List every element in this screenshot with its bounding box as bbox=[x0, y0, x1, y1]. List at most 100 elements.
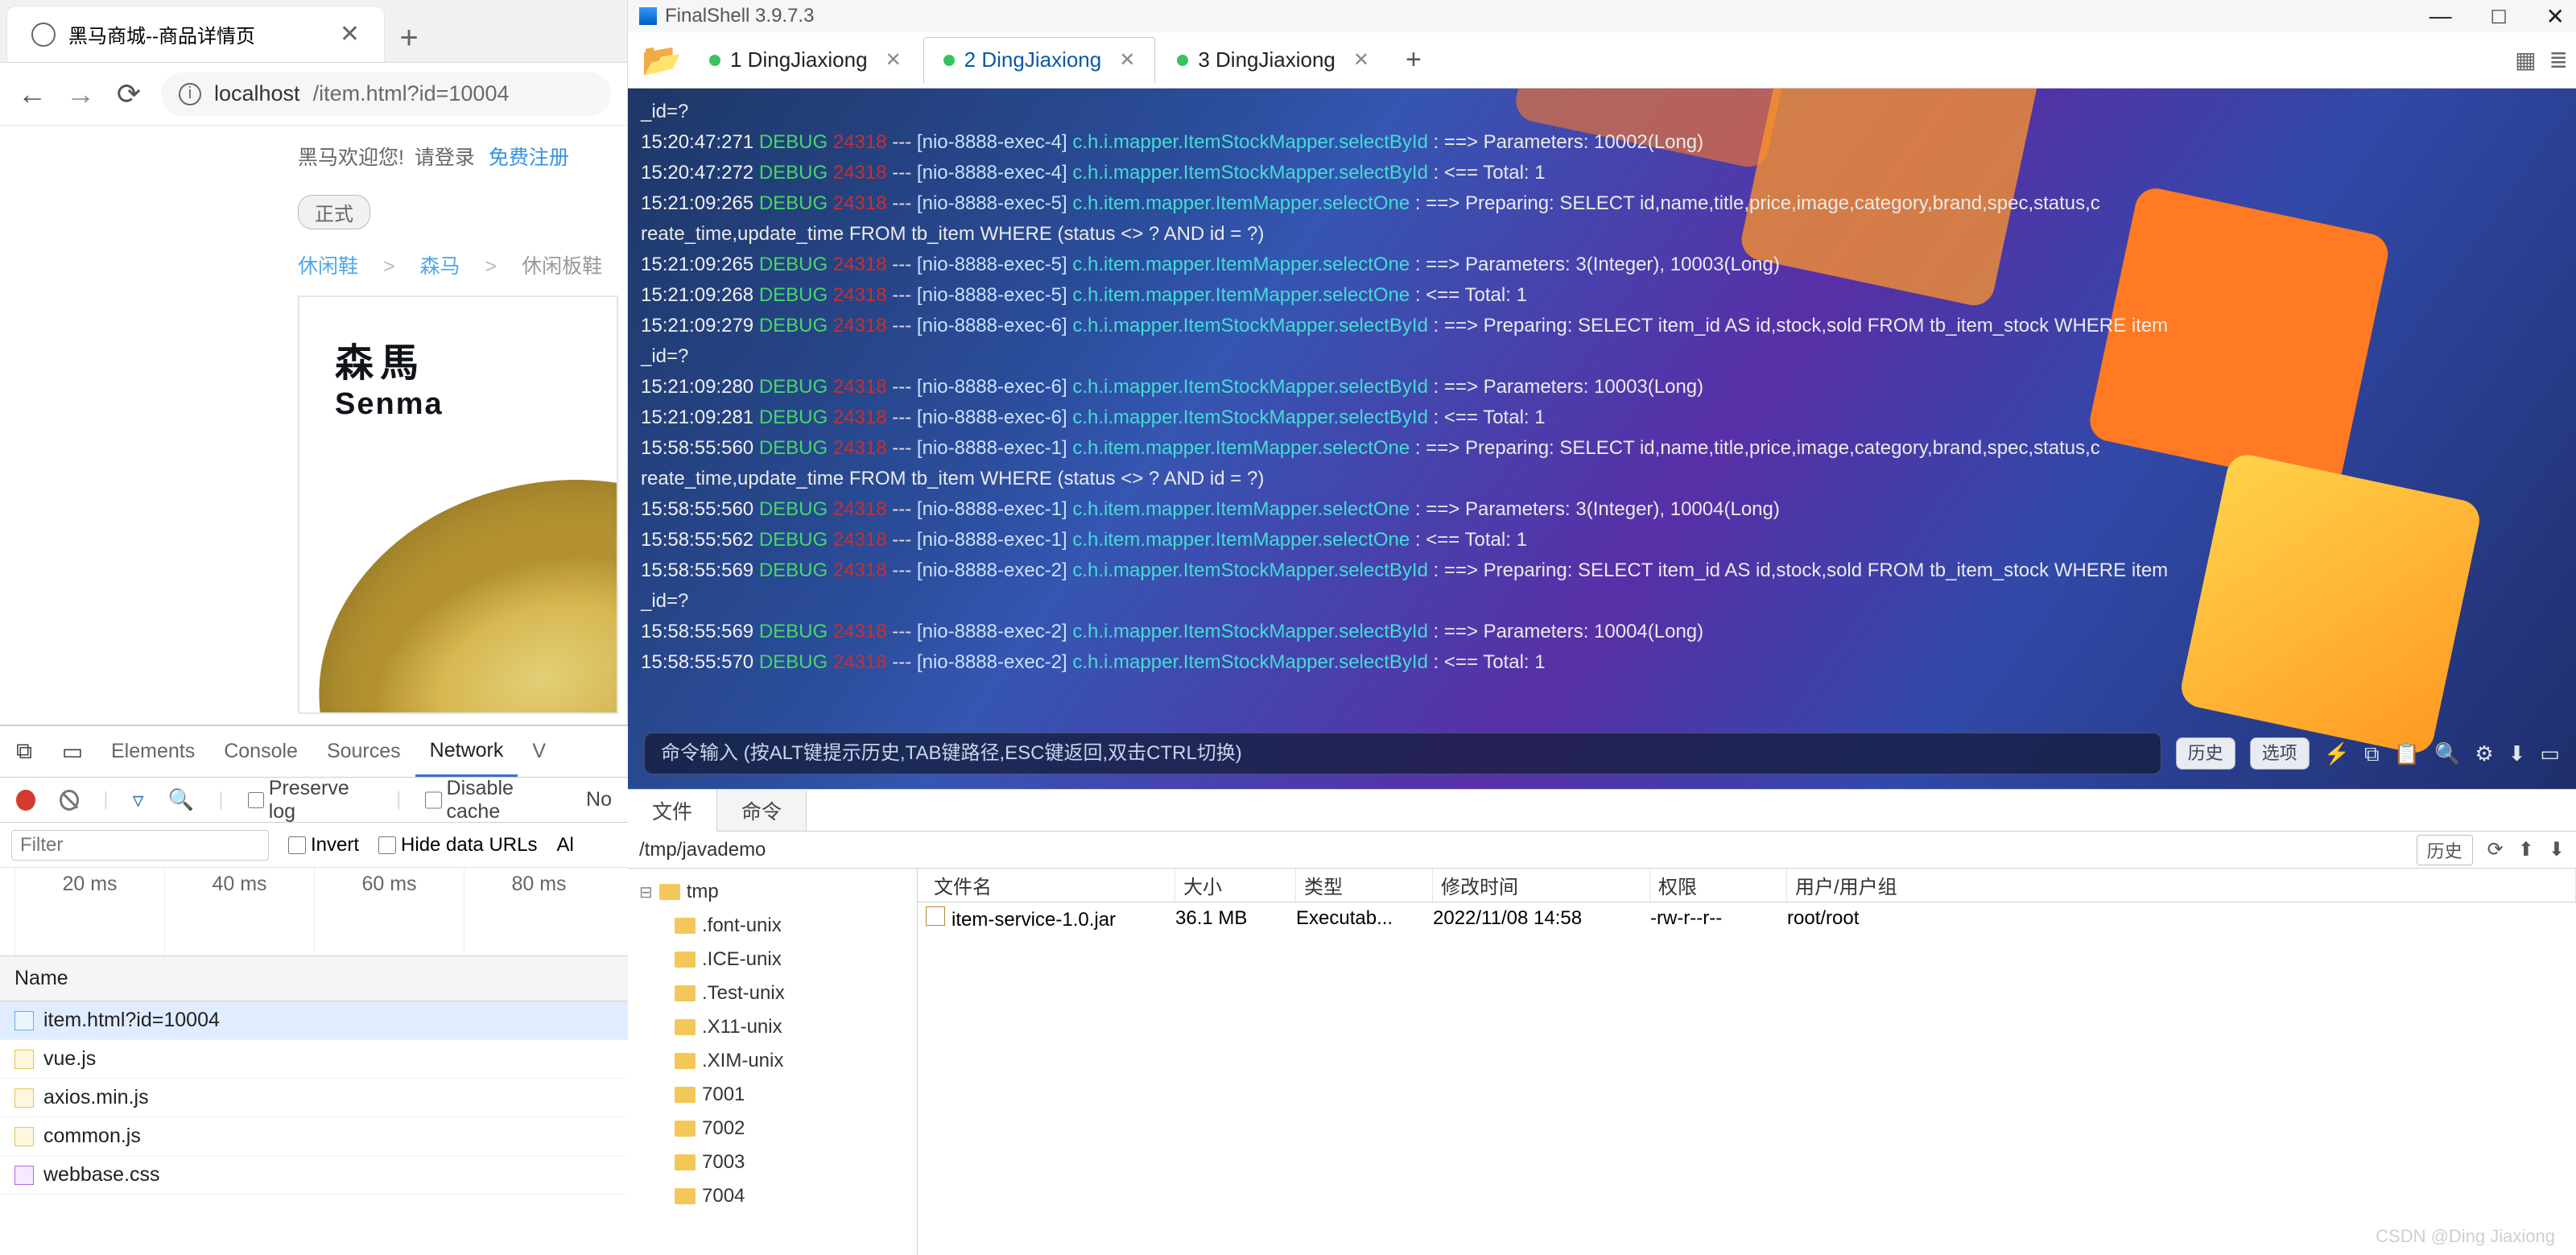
tree-item[interactable]: 7002 bbox=[636, 1112, 909, 1146]
device-toggle-icon[interactable]: ▭ bbox=[48, 738, 97, 765]
devtools-tab-elements[interactable]: Elements bbox=[97, 726, 209, 777]
network-row[interactable]: common.js bbox=[0, 1117, 628, 1156]
tree-item[interactable]: .font-unix bbox=[636, 909, 909, 943]
network-name-header[interactable]: Name bbox=[0, 956, 628, 1001]
tree-item[interactable]: .Test-unix bbox=[636, 976, 909, 1010]
forward-button[interactable]: → bbox=[64, 77, 97, 111]
tab-file[interactable]: 文件 bbox=[628, 790, 717, 832]
session-tab-3[interactable]: 3 DingJiaxiong✕ bbox=[1157, 37, 1389, 84]
shoe-image bbox=[298, 425, 618, 714]
close-icon[interactable]: ✕ bbox=[340, 20, 360, 48]
history-button[interactable]: 历史 bbox=[2176, 737, 2235, 770]
tree-item[interactable]: .ICE-unix bbox=[636, 943, 909, 976]
file-name: vue.js bbox=[43, 1047, 96, 1071]
tree-item[interactable]: 7003 bbox=[636, 1146, 909, 1179]
col-size[interactable]: 大小 bbox=[1175, 869, 1296, 902]
hide-data-urls-checkbox[interactable]: Hide data URLs bbox=[378, 834, 537, 857]
throttle-select[interactable]: No bbox=[586, 788, 612, 811]
tree-item[interactable]: 7004 bbox=[636, 1179, 909, 1213]
file-type-icon bbox=[14, 1127, 34, 1146]
session-tab-2[interactable]: 2 DingJiaxiong✕ bbox=[923, 37, 1156, 84]
network-row[interactable]: axios.min.js bbox=[0, 1079, 628, 1117]
grid-view-icon[interactable]: ▦ bbox=[2515, 47, 2536, 73]
address-bar[interactable]: i localhost/item.html?id=10004 bbox=[161, 72, 611, 116]
record-button[interactable] bbox=[16, 790, 35, 811]
screen-icon[interactable]: ▭ bbox=[2540, 738, 2560, 769]
col-owner[interactable]: 用户/用户组 bbox=[1787, 869, 2576, 902]
tree-item[interactable]: ⊟ tmp bbox=[636, 875, 909, 909]
network-row[interactable]: item.html?id=10004 bbox=[0, 1001, 628, 1040]
network-row[interactable]: webbase.css bbox=[0, 1156, 628, 1195]
folder-icon bbox=[675, 1087, 696, 1103]
devtools-filterbar: Invert Hide data URLs Al bbox=[0, 823, 628, 868]
reload-button[interactable]: ⟳ bbox=[113, 77, 145, 111]
split-view-icon[interactable]: ≣ bbox=[2549, 47, 2568, 73]
watermark: CSDN @Ding Jiaxiong bbox=[2376, 1226, 2555, 1247]
tab-command[interactable]: 命令 bbox=[717, 790, 807, 831]
chrome-tabstrip: 黑马商城--商品详情页 ✕ + bbox=[0, 0, 627, 63]
product-image: 森馬 Senma bbox=[298, 295, 618, 714]
new-session-button[interactable]: + bbox=[1391, 44, 1436, 76]
close-icon[interactable]: ✕ bbox=[1353, 48, 1369, 72]
refresh-icon[interactable]: ⟳ bbox=[2487, 838, 2504, 861]
options-button[interactable]: 选项 bbox=[2250, 737, 2310, 770]
filter-icon[interactable]: ▿ bbox=[133, 786, 144, 813]
disable-cache-checkbox[interactable]: Disable cache bbox=[425, 777, 562, 824]
login-link[interactable]: 请登录 bbox=[415, 147, 475, 169]
download-icon[interactable]: ⬇ bbox=[2549, 838, 2565, 861]
download-icon[interactable]: ⬇ bbox=[2508, 738, 2526, 769]
site-info-icon[interactable]: i bbox=[179, 83, 201, 105]
file-type-icon bbox=[14, 1166, 34, 1185]
command-input[interactable]: 命令输入 (按ALT键提示历史,TAB键路径,ESC键返回,双击CTRL切换) bbox=[644, 733, 2161, 774]
filter-all[interactable]: Al bbox=[556, 834, 573, 857]
close-icon[interactable]: ✕ bbox=[886, 48, 902, 72]
invert-checkbox[interactable]: Invert bbox=[288, 834, 359, 857]
folder-tree[interactable]: ⊟ tmp.font-unix.ICE-unix.Test-unix.X11-u… bbox=[628, 869, 918, 1255]
col-mtime[interactable]: 修改时间 bbox=[1433, 869, 1650, 902]
window-maximize-button[interactable]: □ bbox=[2492, 3, 2506, 30]
crumb-brand[interactable]: 森马 bbox=[420, 255, 460, 278]
filter-input[interactable] bbox=[11, 830, 269, 861]
welcome-text: 黑马欢迎您! bbox=[298, 147, 404, 169]
chrome-tab[interactable]: 黑马商城--商品详情页 ✕ bbox=[6, 6, 385, 62]
search-icon[interactable]: 🔍 bbox=[168, 787, 194, 812]
col-type[interactable]: 类型 bbox=[1296, 869, 1433, 902]
current-path[interactable]: /tmp/javademo bbox=[639, 839, 766, 861]
brand-en: Senma bbox=[335, 387, 617, 422]
col-perm[interactable]: 权限 bbox=[1650, 869, 1787, 902]
upload-icon[interactable]: ⬆ bbox=[2518, 838, 2534, 861]
crumb-sep: > bbox=[485, 255, 497, 278]
inspect-icon[interactable]: ⧉ bbox=[0, 738, 48, 765]
clear-button[interactable] bbox=[60, 790, 79, 811]
devtools-tab-sources[interactable]: Sources bbox=[312, 726, 415, 777]
open-folder-icon[interactable]: 📂 bbox=[636, 41, 687, 79]
paste-icon[interactable]: 📋 bbox=[2394, 738, 2420, 769]
devtools-tab-console[interactable]: Console bbox=[209, 726, 312, 777]
window-close-button[interactable]: ✕ bbox=[2546, 3, 2565, 30]
back-button[interactable]: ← bbox=[16, 77, 48, 111]
copy-icon[interactable]: ⧉ bbox=[2364, 738, 2380, 769]
search-icon[interactable]: 🔍 bbox=[2434, 738, 2460, 769]
tree-item[interactable]: .X11-unix bbox=[636, 1010, 909, 1044]
bolt-icon[interactable]: ⚡ bbox=[2324, 738, 2350, 769]
preserve-log-checkbox[interactable]: Preserve log bbox=[248, 777, 372, 824]
folder-icon bbox=[659, 884, 680, 900]
window-minimize-button[interactable]: — bbox=[2429, 3, 2452, 30]
devtools-tab-more[interactable]: V bbox=[518, 726, 560, 777]
session-tab-1[interactable]: 1 DingJiaxiong✕ bbox=[689, 37, 922, 84]
close-icon[interactable]: ✕ bbox=[1119, 48, 1135, 72]
path-history-button[interactable]: 历史 bbox=[2417, 835, 2473, 865]
crumb-category[interactable]: 休闲鞋 bbox=[298, 255, 358, 278]
col-name[interactable]: 文件名 bbox=[926, 869, 1175, 902]
file-row[interactable]: item-service-1.0.jar 36.1 MB Executab...… bbox=[918, 902, 2576, 935]
devtools-tab-network[interactable]: Network bbox=[415, 726, 518, 777]
file-type-icon bbox=[14, 1011, 34, 1030]
new-tab-button[interactable]: + bbox=[385, 14, 433, 62]
tree-item[interactable]: .XIM-unix bbox=[636, 1044, 909, 1078]
tree-item[interactable]: 7001 bbox=[636, 1078, 909, 1112]
file-browser: ⊟ tmp.font-unix.ICE-unix.Test-unix.X11-u… bbox=[628, 869, 2576, 1255]
register-link[interactable]: 免费注册 bbox=[489, 147, 569, 169]
network-row[interactable]: vue.js bbox=[0, 1040, 628, 1079]
settings-icon[interactable]: ⚙ bbox=[2475, 738, 2493, 769]
terminal[interactable]: _id=?15:20:47:271 DEBUG 24318 --- [nio-8… bbox=[628, 89, 2576, 789]
